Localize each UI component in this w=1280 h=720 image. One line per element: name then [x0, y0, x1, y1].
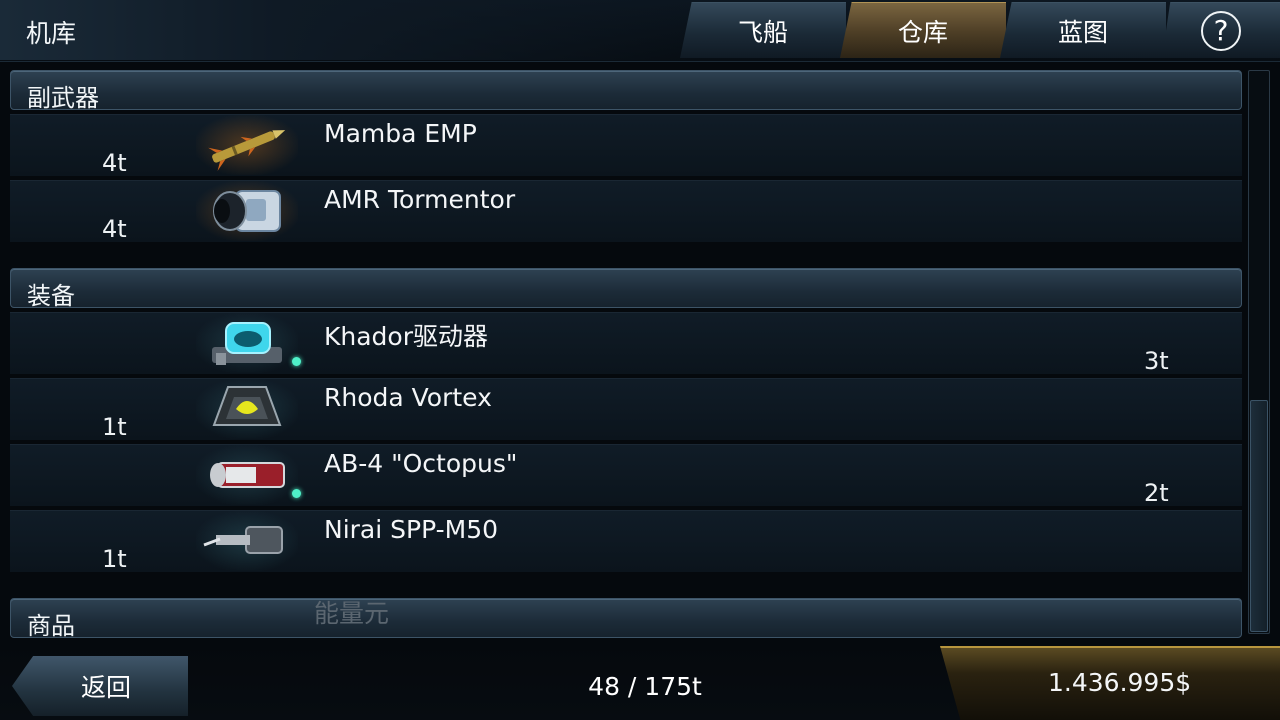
gun-icon — [196, 511, 298, 571]
item-weight: 1t — [102, 413, 127, 441]
tab-storage[interactable]: 仓库 — [840, 2, 1006, 58]
item-name: AB-4 "Octopus" — [324, 449, 518, 478]
help-button[interactable]: ? — [1162, 2, 1280, 58]
section-header-secondary-weapons: 副武器 — [10, 70, 1242, 112]
octopus-icon — [196, 445, 298, 505]
list-item-energy-cell-partial: 能量元 — [314, 599, 390, 628]
vortex-icon — [196, 379, 298, 439]
scrollbar-thumb[interactable] — [1250, 400, 1268, 632]
list-item-ab4-octopus[interactable]: AB-4 "Octopus" 2t — [10, 444, 1242, 507]
list-item-khador-drive[interactable]: Khador驱动器 3t — [10, 312, 1242, 375]
torpedo-icon — [196, 181, 298, 241]
list-item-mamba-emp[interactable]: Mamba EMP 4t — [10, 114, 1242, 177]
tab-storage-label: 仓库 — [897, 17, 948, 47]
item-weight: 4t — [102, 215, 127, 243]
section-title: 商品 — [27, 612, 75, 640]
item-weight: 4t — [102, 149, 127, 177]
item-name: Nirai SPP-M50 — [324, 515, 499, 544]
section-header-goods: 商品 — [10, 598, 1242, 640]
tab-blueprints-label: 蓝图 — [1057, 17, 1108, 47]
section-header-equipment: 装备 — [10, 268, 1242, 310]
equipped-indicator-icon — [292, 357, 301, 366]
page-title: 机库 — [26, 19, 77, 48]
help-icon: ? — [1201, 10, 1241, 51]
item-name: Khador驱动器 — [324, 322, 489, 351]
item-name: Rhoda Vortex — [324, 383, 492, 412]
page-title-area: 机库 — [0, 0, 690, 60]
item-name: Mamba EMP — [324, 119, 477, 148]
top-bar: 机库 飞船 仓库 蓝图 ? — [0, 0, 1280, 62]
drive-icon — [196, 313, 298, 373]
inventory-list[interactable]: 副武器 Mamba EMP 4t AMR Tormentor 4t 装备 Kha… — [10, 66, 1242, 644]
list-item-amr-tormentor[interactable]: AMR Tormentor 4t — [10, 180, 1242, 243]
tab-ships[interactable]: 飞船 — [680, 2, 846, 58]
item-weight: 2t — [1144, 479, 1169, 507]
cargo-capacity: 48 / 175t — [588, 672, 702, 701]
item-weight: 1t — [102, 545, 127, 573]
section-title: 装备 — [27, 282, 75, 310]
back-button[interactable]: 返回 — [12, 656, 188, 716]
list-item-nirai-spp-m50[interactable]: Nirai SPP-M50 1t — [10, 510, 1242, 573]
credits-display: 1.436.995$ — [940, 646, 1280, 720]
item-name: AMR Tormentor — [324, 185, 516, 214]
credits-value: 1.436.995$ — [1048, 668, 1192, 697]
section-title: 副武器 — [27, 84, 99, 112]
list-item-rhoda-vortex[interactable]: Rhoda Vortex 1t — [10, 378, 1242, 441]
missile-icon — [196, 115, 298, 175]
tab-blueprints[interactable]: 蓝图 — [1000, 2, 1166, 58]
item-weight: 3t — [1144, 347, 1169, 375]
tab-ships-label: 飞船 — [737, 17, 788, 47]
back-button-label: 返回 — [80, 673, 131, 702]
help-icon-glyph: ? — [1213, 14, 1229, 47]
equipped-indicator-icon — [292, 489, 301, 498]
